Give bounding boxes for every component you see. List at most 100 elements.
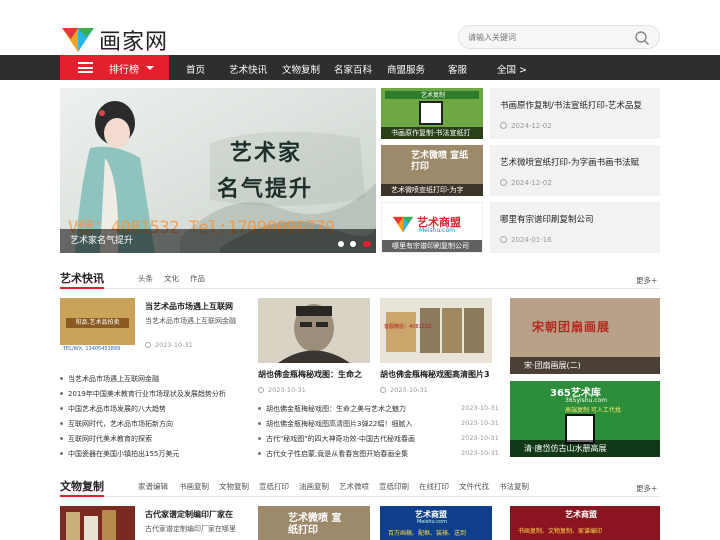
featured-thumb-2-caption: 艺术微喷宣纸打印-为字 [381, 184, 483, 196]
slide-dot-active[interactable] [363, 241, 371, 247]
featured-card-1-title: 书画原作复制/书法宣纸打印-艺术品复 [500, 101, 642, 111]
search-box[interactable] [458, 25, 660, 49]
nav-item-relic-copy[interactable]: 文物复制 [282, 62, 320, 76]
tab-headlines[interactable]: 头条 [138, 273, 153, 284]
featured-card-3[interactable]: 哪里有宗谱印刷复制公司 2024-01-16 [490, 202, 660, 253]
tab-oil-copy[interactable]: 油画复制 [299, 481, 329, 492]
section-accent [60, 495, 104, 497]
news-right-2-caption: 清·唐岱仿古山水册高展 [510, 440, 660, 457]
news-list2-item[interactable]: 古代"秘戏图"的四大神奇功效-中国古代秘戏春画 [258, 434, 415, 444]
menu-icon [78, 62, 93, 73]
relics-lead-image[interactable] [60, 506, 135, 540]
featured-card-2-date: 2024-12-02 [500, 179, 552, 187]
news-right-1-caption: 宋·团扇画展(二) [510, 357, 660, 374]
tab-culture[interactable]: 文化 [164, 273, 179, 284]
news-lead-image[interactable]: 阳品.艺术品拍卖 TEL/WX: 13405453889 [60, 298, 135, 354]
news-card-a-date: 2023-10-31 [258, 386, 306, 394]
news-list-item[interactable]: 当艺术品市场遇上互联网金融 [60, 374, 159, 384]
search-input[interactable] [468, 30, 628, 45]
relics-lead-title[interactable]: 古代家谱定制编印厂家在 [145, 509, 233, 520]
news-lead-image-tel: TEL/WX: 13405453889 [60, 345, 135, 354]
section-accent [60, 287, 104, 289]
news-list-item[interactable]: 中国瓷器在美国小镇拍出155万美元 [60, 449, 179, 459]
tab-genealogy[interactable]: 家谱编辑 [138, 481, 168, 492]
featured-card-1[interactable]: 书画原作复制/书法宣纸打印-艺术品复 2024-12-02 [490, 88, 660, 139]
search-icon[interactable] [634, 30, 650, 46]
logo-icon[interactable] [62, 25, 94, 53]
news-list2-date: 2023-10-31 [461, 434, 499, 442]
hero-banner[interactable]: 艺术家 名气提升 V信：4081532 Tel:17090090770 艺术家名… [60, 88, 376, 253]
news-lead-image-text: 阳品.艺术品拍卖 [66, 318, 129, 328]
tab-painting-copy[interactable]: 书画复制 [179, 481, 209, 492]
portrait-image [278, 304, 350, 363]
nav-item-artist-wiki[interactable]: 名家百科 [334, 62, 372, 76]
featured-card-2-title: 艺术微喷宣纸打印-为字画书画书法赋 [500, 158, 640, 168]
tab-relic-copy[interactable]: 文物复制 [219, 481, 249, 492]
news-list-item[interactable]: 互联网时代，艺术品市场拓新方向 [60, 419, 173, 429]
tab-xuan-print[interactable]: 宣纸打印 [259, 481, 289, 492]
tab-xuan-printing[interactable]: 宣纸印刷 [379, 481, 409, 492]
banner-headline-2: 名气提升 [217, 177, 314, 202]
news-list-item[interactable]: 2019年中国美术教育行业市场现状及发展趋势分析 [60, 389, 226, 399]
clock-icon [500, 179, 507, 186]
section-divider [60, 496, 660, 497]
relics-card-b-sub: Meishu.com [417, 519, 447, 525]
featured-thumb-2[interactable]: 艺术微喷 宣纸打印 艺术微喷宣纸打印-为字 [381, 145, 483, 196]
tab-works[interactable]: 作品 [190, 273, 205, 284]
featured-thumb-2-text: 艺术微喷 宣纸打印 [411, 151, 469, 172]
slide-dot[interactable] [350, 241, 356, 247]
news-list-item[interactable]: 中国艺术品市场发展的八大趋势 [60, 404, 166, 414]
featured-thumb-1[interactable]: 艺术复制 书画原作复制-书法宣纸打 [381, 88, 483, 139]
nav-item-home[interactable]: 首页 [186, 62, 205, 76]
news-lead-date: 2023-10-31 [145, 341, 193, 349]
relics-card-a-text: 艺术微喷 宣纸打印 [288, 513, 342, 536]
clock-icon [380, 387, 386, 393]
clock-icon [258, 387, 264, 393]
tab-giclee[interactable]: 艺术微喷 [339, 481, 369, 492]
logo-text[interactable]: 画家网 [99, 24, 168, 56]
news-right-2-image-sub: 365yishu.com [565, 397, 608, 404]
nav-item-business[interactable]: 商盟服务 [387, 62, 425, 76]
tab-online-print[interactable]: 在线打印 [419, 481, 449, 492]
more-link[interactable]: 更多+ [636, 483, 657, 494]
news-right-1-image[interactable]: 宋朝团扇画展 宋·团扇画展(二) [510, 298, 660, 374]
nav-item-art-news[interactable]: 艺术快讯 [229, 62, 267, 76]
clock-icon [145, 342, 151, 348]
news-card-b-title[interactable]: 胡也佛金瓶梅秘戏图高清图片3 [380, 369, 490, 380]
news-list-item[interactable]: 互联网时代美术教育的探索 [60, 434, 152, 444]
nav-item-region[interactable]: 全国 > [497, 62, 527, 76]
nav-item-service[interactable]: 客服 [448, 62, 467, 76]
featured-thumb-1-caption: 书画原作复制-书法宣纸打 [381, 127, 483, 139]
news-list2-item[interactable]: 古代女子性启蒙,竟是从看春宫图开始春画全集 [258, 449, 408, 459]
tab-doc-find[interactable]: 文件代找 [459, 481, 489, 492]
news-list2-item[interactable]: 胡也佛金瓶梅秘戏图：生命之美与艺术之魅力 [258, 404, 406, 414]
news-card-b-image-text: 客服微信：4081532 [384, 324, 432, 330]
news-list2-date: 2023-10-31 [461, 449, 499, 457]
news-card-a-image[interactable] [258, 298, 370, 363]
rank-menu-label: 排行榜 [109, 65, 139, 76]
news-card-a-title[interactable]: 胡也佛金瓶梅秘戏图：生命之 [258, 369, 362, 380]
news-right-1-image-text: 宋朝团扇画展 [532, 320, 611, 334]
news-card-b-image[interactable]: 客服微信：4081532 [380, 298, 492, 363]
more-link[interactable]: 更多+ [636, 275, 657, 286]
news-card-b-date: 2023-10-31 [380, 386, 428, 394]
relics-card-c-text: 艺术商盟 [565, 510, 597, 519]
news-lead-title[interactable]: 当艺术品市场遇上互联网 [145, 301, 233, 312]
relics-card-c-line: 书画复制、文物复制、家谱编印 [518, 528, 603, 535]
relics-card-b-image[interactable]: 艺术商盟 Meishu.com 百万画稿、配框、装裱、送到 [380, 506, 492, 540]
rank-menu-button[interactable]: 排行榜 [60, 55, 169, 80]
slide-dot[interactable] [338, 241, 344, 247]
news-list2-date: 2023-10-31 [461, 404, 499, 412]
relics-card-c-image[interactable]: 艺术商盟 书画复制、文物复制、家谱编印 [510, 506, 660, 540]
featured-thumb-3[interactable]: 艺术商盟 Meishu.com 哪里有宗谱印刷复制公司 [381, 202, 483, 253]
tab-calligraphy-copy[interactable]: 书法复制 [499, 481, 529, 492]
news-right-2-image[interactable]: 365艺术库 365yishu.com 高端复制 可人工代找 清·唐岱仿古山水册… [510, 381, 660, 457]
relics-lead-summary: 古代家谱定制编印厂家在哪里 [145, 525, 236, 533]
featured-card-2[interactable]: 艺术微喷宣纸打印-为字画书画书法赋 2024-12-02 [490, 145, 660, 196]
featured-thumb-3-sub: Meishu.com [419, 227, 455, 234]
banner-headline-1: 艺术家 [230, 141, 303, 166]
relics-card-a-image[interactable]: 艺术微喷 宣纸打印 [258, 506, 370, 540]
news-list2-item[interactable]: 胡也佛金瓶梅秘戏图高清图片3弹22幅！细腻入 [258, 419, 412, 429]
featured-card-3-date: 2024-01-16 [500, 236, 552, 244]
section-title-relics: 文物复制 [60, 480, 104, 493]
